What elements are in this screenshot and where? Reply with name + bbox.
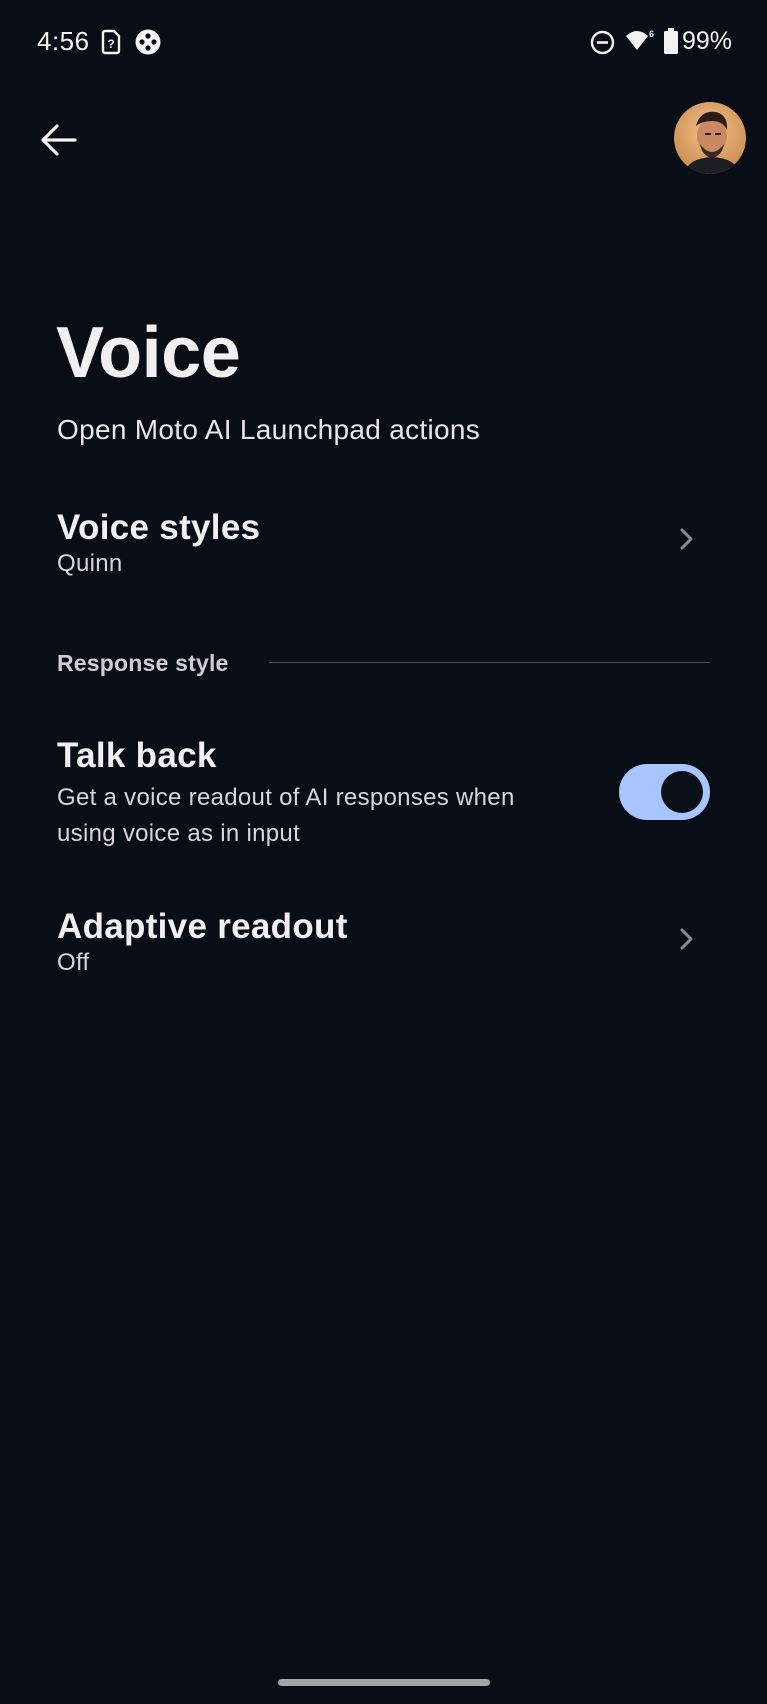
talk-back-description-line2: using voice as in input bbox=[57, 820, 301, 847]
battery-percentage: 99% bbox=[682, 27, 733, 55]
adaptive-readout-title: Adaptive readout bbox=[57, 907, 348, 946]
chevron-right-icon bbox=[680, 928, 693, 950]
voice-styles-value: Quinn bbox=[57, 550, 123, 577]
talk-back-description-line1: Get a voice readout of AI responses when bbox=[57, 784, 515, 811]
arrow-left-icon bbox=[41, 124, 77, 156]
wifi-icon: 6 bbox=[626, 29, 654, 50]
page-title: Voice bbox=[56, 313, 241, 393]
talk-back-toggle[interactable] bbox=[619, 764, 710, 820]
avatar[interactable] bbox=[674, 102, 746, 174]
chevron-right-icon bbox=[680, 528, 693, 550]
page-subtitle[interactable]: Open Moto AI Launchpad actions bbox=[57, 414, 480, 446]
voice-styles-title: Voice styles bbox=[57, 508, 261, 547]
toggle-knob bbox=[661, 771, 703, 813]
svg-text:?: ? bbox=[107, 37, 114, 51]
back-button[interactable] bbox=[30, 112, 86, 168]
game-controller-icon bbox=[135, 29, 161, 55]
profile-photo bbox=[674, 102, 746, 174]
talk-back-title: Talk back bbox=[57, 736, 217, 775]
svg-text:6: 6 bbox=[649, 29, 654, 39]
voice-styles-row[interactable]: Voice styles Quinn bbox=[0, 498, 767, 598]
section-header-response-style: Response style bbox=[57, 650, 229, 676]
do-not-disturb-icon bbox=[590, 30, 615, 55]
adaptive-readout-row[interactable]: Adaptive readout Off bbox=[0, 899, 767, 999]
home-indicator[interactable] bbox=[278, 1679, 490, 1686]
adaptive-readout-value: Off bbox=[57, 949, 90, 976]
battery-icon bbox=[664, 28, 678, 54]
status-time: 4:56 bbox=[37, 26, 90, 56]
section-divider bbox=[269, 662, 710, 663]
sim-question-icon: ? bbox=[101, 29, 121, 55]
